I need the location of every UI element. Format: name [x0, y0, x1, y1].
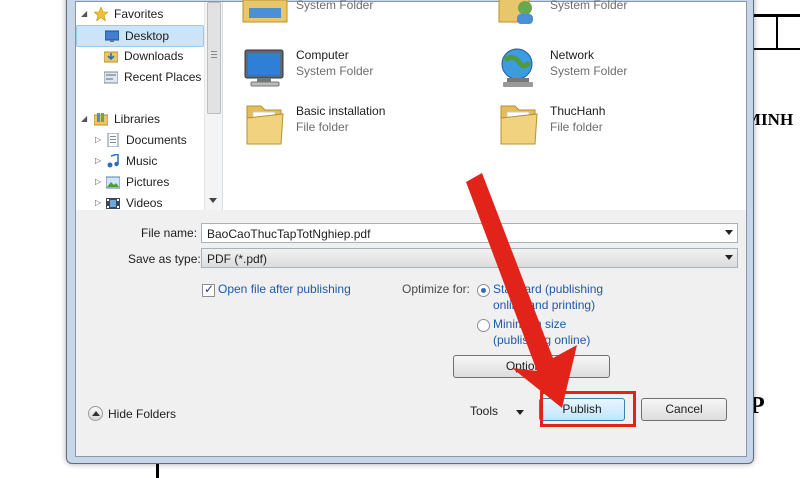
standard-radio[interactable] [477, 284, 490, 297]
optimize-for-label: Optimize for: [402, 282, 471, 296]
videos-icon [106, 198, 120, 209]
save-as-type-select[interactable]: PDF (*.pdf) [201, 248, 738, 268]
file-type: File folder [296, 120, 349, 134]
expand-arrow-icon[interactable]: ▷ [95, 172, 101, 192]
open-after-publishing-label[interactable]: Open file after publishing [218, 282, 351, 296]
collapse-arrow-icon[interactable]: ◢ [81, 4, 87, 24]
nav-item-videos[interactable]: ▷ Videos [76, 193, 202, 213]
document-rule [752, 48, 800, 50]
computer-icon [244, 49, 284, 87]
music-icon [107, 154, 119, 168]
checkmark-icon: ✓ [204, 282, 215, 296]
nav-item-music[interactable]: ▷ Music [76, 151, 202, 171]
document-rule [776, 14, 778, 50]
file-name: Computer [296, 48, 349, 62]
minimum-size-radio[interactable] [477, 319, 490, 332]
nav-favorites-label: Favorites [114, 7, 164, 21]
nav-libraries-label: Libraries [114, 112, 161, 126]
recent-places-icon [104, 71, 118, 84]
open-after-publishing-checkbox[interactable]: ✓ [202, 282, 215, 297]
save-as-type-value: PDF (*.pdf) [207, 252, 268, 266]
publish-dialog: ◢ Favorites Desktop Downloads Recent Pla… [66, 0, 754, 464]
chevron-down-icon [516, 410, 524, 415]
nav-item-documents[interactable]: ▷ Documents [76, 130, 202, 150]
file-name-value: BaoCaoThucTapTotNghiep.pdf [207, 227, 371, 241]
file-item-computer[interactable]: Computer System Folder [241, 44, 481, 92]
scroll-down-icon[interactable] [209, 198, 217, 203]
nav-favorites[interactable]: ◢ Favorites [76, 4, 204, 24]
options-button[interactable]: Options... [453, 355, 610, 378]
minimum-option-label-2[interactable]: (publishing online) [493, 333, 590, 347]
file-item[interactable]: System Folder [495, 0, 735, 26]
nav-item-desktop[interactable]: Desktop [76, 25, 204, 47]
network-icon [501, 48, 533, 87]
expand-arrow-icon[interactable]: ▷ [95, 130, 101, 150]
nav-libraries[interactable]: ◢ Libraries [76, 109, 204, 129]
chevron-down-icon[interactable] [725, 230, 733, 235]
file-type: System Folder [296, 0, 374, 12]
navigation-pane: ◢ Favorites Desktop Downloads Recent Pla… [76, 2, 223, 210]
libraries-icon [94, 113, 108, 126]
pictures-icon [106, 176, 120, 189]
folder-icon [246, 105, 284, 145]
file-item-thuchanh[interactable]: ThucHanh File folder [495, 100, 735, 148]
dialog-body: ◢ Favorites Desktop Downloads Recent Pla… [75, 0, 747, 457]
nav-item-label: Videos [126, 196, 163, 210]
file-list: System Folder System Folder Computer Sys… [223, 0, 746, 210]
file-item-basic-installation[interactable]: Basic installation File folder [241, 100, 481, 148]
cancel-button[interactable]: Cancel [641, 398, 727, 421]
file-item[interactable]: System Folder [241, 0, 481, 26]
file-type: File folder [550, 120, 603, 134]
collapse-arrow-icon[interactable]: ◢ [81, 109, 87, 129]
nav-item-label: Recent Places [124, 70, 202, 84]
standard-option-label[interactable]: Standard (publishing [493, 282, 603, 296]
nav-item-label: Music [126, 154, 158, 168]
nav-item-downloads[interactable]: Downloads [76, 46, 202, 66]
file-name: ThucHanh [550, 104, 606, 118]
nav-item-pictures[interactable]: ▷ Pictures [76, 172, 202, 192]
user-folder-icon [498, 0, 533, 24]
libraries-folder-icon [242, 0, 288, 23]
tools-label: Tools [470, 404, 499, 418]
expand-arrow-icon[interactable]: ▷ [95, 151, 101, 171]
chevron-down-icon[interactable] [725, 255, 733, 260]
desktop-icon [105, 30, 119, 42]
file-type: System Folder [550, 0, 628, 12]
nav-item-recent-places[interactable]: Recent Places [76, 67, 202, 87]
expand-arrow-icon[interactable]: ▷ [95, 193, 101, 213]
nav-item-label: Desktop [125, 29, 170, 43]
file-type: System Folder [296, 64, 374, 78]
file-name: Network [550, 48, 595, 62]
tools-menu[interactable]: Tools [468, 402, 528, 422]
downloads-folder-icon [104, 51, 118, 63]
nav-item-label: Downloads [124, 49, 184, 63]
file-name-field[interactable]: BaoCaoThucTapTotNghiep.pdf [201, 223, 738, 243]
file-item-network[interactable]: Network System Folder [495, 44, 735, 92]
file-type: System Folder [550, 64, 628, 78]
file-name: Basic installation [296, 104, 386, 118]
save-as-type-label: Save as type: [128, 252, 201, 266]
hide-folders-label: Hide Folders [108, 407, 177, 421]
nav-scrollbar[interactable] [204, 2, 222, 210]
hide-folders-button[interactable]: Hide Folders [88, 405, 198, 423]
nav-item-label: Pictures [126, 175, 170, 189]
documents-icon [107, 133, 119, 147]
file-name-label: File name: [141, 226, 198, 240]
publish-highlight-box [540, 391, 636, 427]
star-icon [94, 7, 108, 21]
nav-item-label: Documents [126, 133, 187, 147]
standard-option-label-2[interactable]: online and printing) [493, 298, 595, 312]
scrollbar-thumb[interactable] [207, 2, 221, 114]
minimum-option-label[interactable]: Minimum size [493, 317, 566, 331]
folder-icon [500, 105, 538, 145]
chevron-up-icon [88, 406, 103, 421]
